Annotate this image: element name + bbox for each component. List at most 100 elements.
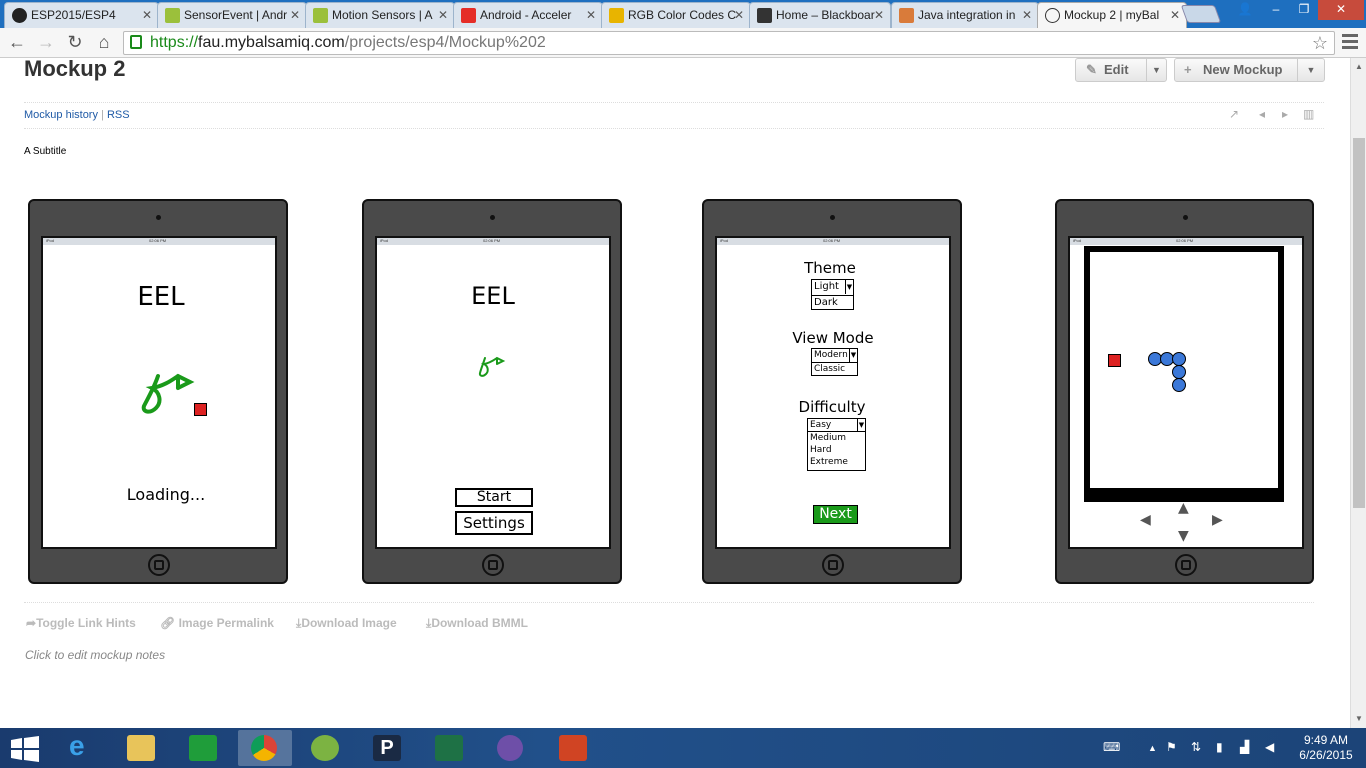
taskbar-powerpoint[interactable] xyxy=(546,730,600,766)
down-arrow-button[interactable]: ▼ xyxy=(1178,528,1189,544)
back-icon[interactable]: ← xyxy=(6,32,28,53)
layout-icon[interactable]: ▥ xyxy=(1303,107,1314,121)
settings-button[interactable]: Settings xyxy=(455,511,533,535)
ipad-mockup-settings: iPod 02:06 PM Theme Light Dark ▼ View Mod… xyxy=(702,199,962,584)
link-icon: 🔗︎ xyxy=(160,616,179,630)
close-icon[interactable]: ✕ xyxy=(290,8,300,22)
youtube-icon xyxy=(461,8,476,23)
smiley-icon xyxy=(1045,8,1060,23)
taskbar-chrome[interactable] xyxy=(238,730,292,766)
system-clock[interactable]: 9:49 AM 6/26/2015 xyxy=(1296,733,1356,763)
page-scrollbar[interactable]: ▲ ▼ xyxy=(1350,58,1366,728)
sync-icon[interactable]: ⇅ xyxy=(1191,740,1201,754)
snake-segment xyxy=(1172,365,1186,379)
tab-android-acceler[interactable]: Android - Acceler ✕ xyxy=(453,2,603,28)
ipad-mockup-loading: iPod 02:06 PM EEL Loading... xyxy=(28,199,288,584)
home-icon[interactable]: ⌂ xyxy=(93,32,115,53)
battery-icon[interactable]: ▮ xyxy=(1216,740,1223,754)
left-arrow-button[interactable]: ◀ xyxy=(1140,512,1151,528)
tab-motion-sensors[interactable]: Motion Sensors | A ✕ xyxy=(305,2,455,28)
ipad-screen: iPod 02:06 PM ◀ ▲ ▶ ▼ xyxy=(1068,236,1304,549)
network-icon[interactable]: ▟ xyxy=(1240,740,1249,754)
home-button[interactable] xyxy=(822,554,844,576)
status-bar: iPod 02:06 PM xyxy=(377,238,609,245)
expand-icon[interactable]: ↗ xyxy=(1229,107,1239,121)
address-bar[interactable]: https://fau.mybalsamiq.com/projects/esp4… xyxy=(123,31,1335,55)
mockup-notes[interactable]: Click to edit mockup notes xyxy=(25,648,165,662)
download-image-link[interactable]: ⤓Download Image xyxy=(296,616,397,631)
taskbar-pycharm[interactable]: P xyxy=(360,730,414,766)
chevron-down-icon[interactable]: ▼ xyxy=(1146,59,1166,81)
taskbar-github[interactable] xyxy=(484,730,538,766)
image-permalink-link[interactable]: 🔗︎ Image Permalink xyxy=(160,616,274,630)
theme-dropdown[interactable]: Light Dark ▼ xyxy=(811,279,854,310)
mockup-history-link[interactable]: Mockup history xyxy=(24,109,98,121)
difficulty-dropdown[interactable]: Easy Medium Hard Extreme ▼ xyxy=(807,418,866,471)
user-icon[interactable]: 👤 xyxy=(1231,0,1259,20)
reload-icon[interactable]: ↻ xyxy=(64,32,86,53)
food-block xyxy=(194,403,207,416)
tab-mockup2[interactable]: Mockup 2 | myBal ✕ xyxy=(1037,2,1187,29)
tab-sensorevent[interactable]: SensorEvent | Andr ✕ xyxy=(157,2,307,28)
previous-icon[interactable]: ◂ xyxy=(1259,107,1265,121)
close-icon[interactable]: ✕ xyxy=(438,8,448,22)
tab-esp4[interactable]: ESP2015/ESP4 ✕ xyxy=(4,2,159,28)
next-button[interactable]: Next xyxy=(813,505,858,524)
edit-button[interactable]: ✎ Edit ▼ xyxy=(1075,58,1167,82)
close-icon[interactable]: ✕ xyxy=(1022,8,1032,22)
close-icon[interactable]: ✕ xyxy=(874,8,884,22)
taskbar-android-studio[interactable] xyxy=(298,730,352,766)
maximize-button[interactable]: ❐ xyxy=(1290,0,1318,20)
rss-link[interactable]: RSS xyxy=(107,109,130,121)
taskbar-excel[interactable] xyxy=(422,730,476,766)
chevron-down-icon[interactable]: ▼ xyxy=(845,280,853,294)
taskbar-explorer[interactable] xyxy=(114,730,168,766)
chevron-down-icon[interactable]: ▼ xyxy=(857,419,865,432)
bookmark-star-icon[interactable]: ☆ xyxy=(1312,32,1328,54)
home-button[interactable] xyxy=(1175,554,1197,576)
next-icon[interactable]: ▸ xyxy=(1282,107,1288,121)
chevron-down-icon[interactable]: ▼ xyxy=(1297,59,1324,81)
home-button[interactable] xyxy=(482,554,504,576)
scroll-up-icon[interactable]: ▲ xyxy=(1355,62,1363,71)
tab-blackboard[interactable]: Home – Blackboar ✕ xyxy=(749,2,891,28)
new-tab-button[interactable] xyxy=(1180,5,1222,23)
scroll-thumb[interactable] xyxy=(1353,138,1365,508)
tab-java-integration[interactable]: Java integration in ✕ xyxy=(891,2,1039,28)
start-button[interactable]: Start xyxy=(455,488,533,507)
status-bar: iPod 02:06 PM xyxy=(1070,238,1302,245)
close-icon[interactable]: ✕ xyxy=(1170,8,1180,22)
android-studio-icon xyxy=(311,735,339,761)
ipad-mockup-game: iPod 02:06 PM ◀ ▲ ▶ ▼ xyxy=(1055,199,1314,584)
up-arrow-button[interactable]: ▲ xyxy=(1178,500,1189,516)
view-mode-dropdown[interactable]: Modern Classic ▼ xyxy=(811,348,858,376)
android-icon xyxy=(313,8,328,23)
home-button[interactable] xyxy=(148,554,170,576)
close-icon[interactable]: ✕ xyxy=(734,8,744,22)
minimize-button[interactable]: – xyxy=(1262,0,1290,20)
rgb-site-icon xyxy=(609,8,624,23)
close-window-button[interactable]: ✕ xyxy=(1318,0,1364,20)
volume-icon[interactable]: ◀ xyxy=(1265,740,1274,754)
chrome-menu-icon[interactable] xyxy=(1342,34,1358,52)
chevron-down-icon[interactable]: ▼ xyxy=(849,349,857,362)
scroll-down-icon[interactable]: ▼ xyxy=(1355,714,1363,723)
close-icon[interactable]: ✕ xyxy=(586,8,596,22)
keyboard-icon[interactable]: ⌨ xyxy=(1103,740,1120,754)
start-button[interactable] xyxy=(0,730,50,766)
download-bmml-link[interactable]: ⤓Download BMML xyxy=(426,616,528,631)
close-icon[interactable]: ✕ xyxy=(142,8,152,22)
windows-logo-icon xyxy=(11,736,39,762)
theme-label: Theme xyxy=(804,259,856,277)
powerpoint-icon xyxy=(559,735,587,761)
taskbar-store[interactable] xyxy=(176,730,230,766)
share-icon: ➦ xyxy=(26,616,37,630)
flag-icon[interactable]: ⚑ xyxy=(1166,740,1177,754)
forward-icon[interactable]: → xyxy=(35,32,57,53)
toggle-link-hints-link[interactable]: ➦Toggle Link Hints xyxy=(26,616,136,630)
right-arrow-button[interactable]: ▶ xyxy=(1212,512,1223,528)
taskbar-ie[interactable]: e xyxy=(54,730,108,766)
tab-rgb-color-codes[interactable]: RGB Color Codes C ✕ xyxy=(601,2,751,28)
new-mockup-button[interactable]: + New Mockup ▼ xyxy=(1174,58,1325,82)
show-hidden-icons[interactable]: ▲ xyxy=(1148,743,1157,753)
